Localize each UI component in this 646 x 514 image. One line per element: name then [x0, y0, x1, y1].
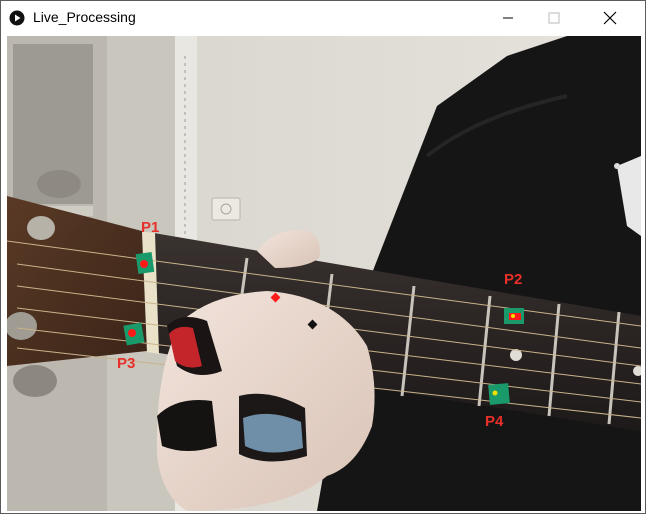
maximize-icon [548, 12, 560, 24]
detection-dot [128, 329, 136, 337]
tuning-peg [13, 365, 57, 397]
processing-app-icon [9, 10, 25, 26]
camera-frame: P1 P2 P3 P4 [7, 36, 641, 511]
point-label-p4: P4 [485, 413, 504, 430]
close-icon [603, 11, 617, 25]
glove-blue [243, 413, 303, 453]
detection-dot [140, 260, 148, 268]
tuning-peg [27, 216, 55, 240]
point-label-p1: P1 [141, 219, 159, 236]
detection-dot [509, 313, 521, 320]
minimize-icon [503, 17, 513, 19]
tuning-peg [37, 170, 81, 198]
wall-outlet [211, 197, 241, 221]
close-button[interactable] [587, 1, 633, 35]
window-title: Live_Processing [33, 9, 136, 25]
minimize-button[interactable] [485, 1, 531, 35]
point-label-p2: P2 [504, 271, 522, 288]
point-label-p3: P3 [117, 355, 135, 372]
app-window: Live_Processing P1 P2 P3 P4 [0, 0, 646, 514]
marker-patch-p4 [488, 383, 510, 405]
maximize-button[interactable] [531, 1, 577, 35]
title-bar[interactable]: Live_Processing [1, 1, 645, 35]
camera-view[interactable]: P1 P2 P3 P4 [7, 36, 641, 511]
detection-dot [492, 390, 498, 396]
